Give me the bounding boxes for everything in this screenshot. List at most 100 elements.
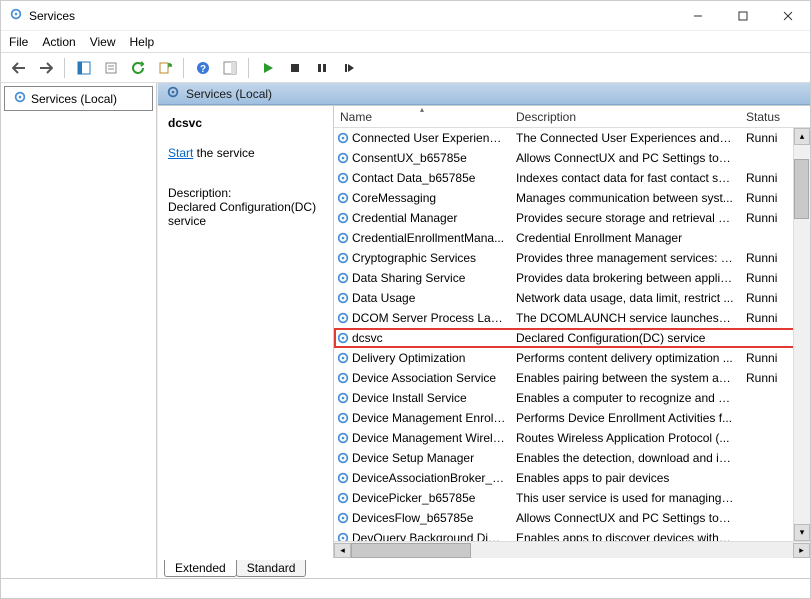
gear-icon — [166, 85, 180, 102]
vscroll-thumb[interactable] — [794, 159, 809, 219]
gear-icon — [334, 411, 352, 425]
column-headers: Name ▴ Description Status — [334, 106, 810, 128]
gear-icon — [334, 351, 352, 365]
start-service-suffix: the service — [193, 146, 254, 160]
start-service-button[interactable] — [256, 57, 279, 79]
service-name-cell: Delivery Optimization — [352, 351, 510, 365]
view-tabs: Extended Standard — [158, 558, 810, 578]
service-name-cell: Data Usage — [352, 291, 510, 305]
start-service-line: Start the service — [168, 146, 323, 160]
service-name-cell: DevicesFlow_b65785e — [352, 511, 510, 525]
menu-file[interactable]: File — [9, 35, 28, 49]
properties-button[interactable] — [99, 57, 122, 79]
service-name-cell: Contact Data_b65785e — [352, 171, 510, 185]
refresh-button[interactable] — [126, 57, 149, 79]
gear-icon — [334, 451, 352, 465]
service-description-cell: The Connected User Experiences and Te... — [510, 131, 740, 145]
service-description-cell: Performs content delivery optimization .… — [510, 351, 740, 365]
rows-container: Connected User Experience...The Connecte… — [334, 128, 810, 541]
gear-icon — [334, 291, 352, 305]
menu-view[interactable]: View — [90, 35, 116, 49]
column-header-status[interactable]: Status — [740, 106, 810, 127]
service-row[interactable]: CoreMessagingManages communication betwe… — [334, 188, 810, 208]
service-row[interactable]: DCOM Server Process Laun...The DCOMLAUNC… — [334, 308, 810, 328]
service-row[interactable]: Device Management Enroll...Performs Devi… — [334, 408, 810, 428]
sort-ascending-icon: ▴ — [420, 106, 424, 114]
vscroll-track[interactable] — [794, 145, 810, 524]
menu-help[interactable]: Help — [130, 35, 155, 49]
service-row[interactable]: Delivery OptimizationPerforms content de… — [334, 348, 810, 368]
scroll-left-button[interactable]: ◂ — [334, 543, 351, 558]
scroll-down-button[interactable]: ▾ — [794, 524, 810, 541]
vertical-scrollbar[interactable]: ▴ ▾ — [793, 128, 810, 541]
service-row[interactable]: Contact Data_b65785eIndexes contact data… — [334, 168, 810, 188]
service-name-cell: Data Sharing Service — [352, 271, 510, 285]
back-button[interactable] — [7, 57, 30, 79]
help-button[interactable]: ? — [191, 57, 214, 79]
gear-icon — [334, 211, 352, 225]
service-row[interactable]: Data Sharing ServiceProvides data broker… — [334, 268, 810, 288]
service-description-cell: Provides three management services: C... — [510, 251, 740, 265]
service-row[interactable]: Cryptographic ServicesProvides three man… — [334, 248, 810, 268]
gear-icon — [13, 90, 27, 107]
gear-icon — [334, 491, 352, 505]
service-description-cell: Provides secure storage and retrieval of… — [510, 211, 740, 225]
scroll-right-button[interactable]: ▸ — [793, 543, 810, 558]
service-name-cell: Device Setup Manager — [352, 451, 510, 465]
service-description-cell: Enables a computer to recognize and a... — [510, 391, 740, 405]
hscroll-thumb[interactable] — [351, 543, 471, 558]
scroll-up-button[interactable]: ▴ — [794, 128, 810, 145]
service-row[interactable]: Connected User Experience...The Connecte… — [334, 128, 810, 148]
export-list-button[interactable] — [153, 57, 176, 79]
restart-service-button[interactable] — [337, 57, 360, 79]
gear-icon — [334, 391, 352, 405]
start-service-link[interactable]: Start — [168, 146, 193, 160]
column-header-status-label: Status — [746, 110, 780, 124]
service-row[interactable]: DeviceAssociationBroker_b...Enables apps… — [334, 468, 810, 488]
gear-icon — [334, 271, 352, 285]
show-hide-tree-button[interactable] — [72, 57, 95, 79]
service-row[interactable]: DevicePicker_b65785eThis user service is… — [334, 488, 810, 508]
service-row[interactable]: CredentialEnrollmentMana...Credential En… — [334, 228, 810, 248]
gear-icon — [334, 231, 352, 245]
horizontal-scrollbar[interactable]: ◂ ▸ — [334, 541, 810, 558]
service-row[interactable]: Device Install ServiceEnables a computer… — [334, 388, 810, 408]
minimize-button[interactable] — [675, 1, 720, 30]
menu-action[interactable]: Action — [42, 35, 75, 49]
tab-standard-label: Standard — [247, 561, 296, 575]
service-description-cell: Network data usage, data limit, restrict… — [510, 291, 740, 305]
close-button[interactable] — [765, 1, 810, 30]
service-row[interactable]: Device Association ServiceEnables pairin… — [334, 368, 810, 388]
service-row[interactable]: DevQuery Background Disc...Enables apps … — [334, 528, 810, 541]
forward-button[interactable] — [34, 57, 57, 79]
service-description-cell: Routes Wireless Application Protocol (..… — [510, 431, 740, 445]
stop-service-button[interactable] — [283, 57, 306, 79]
maximize-button[interactable] — [720, 1, 765, 30]
tab-standard[interactable]: Standard — [236, 560, 307, 577]
service-row[interactable]: ConsentUX_b65785eAllows ConnectUX and PC… — [334, 148, 810, 168]
column-header-description[interactable]: Description — [510, 106, 740, 127]
service-row[interactable]: DevicesFlow_b65785eAllows ConnectUX and … — [334, 508, 810, 528]
service-description-cell: The DCOMLAUNCH service launches C... — [510, 311, 740, 325]
service-row[interactable]: Device Management Wirele...Routes Wirele… — [334, 428, 810, 448]
column-header-name[interactable]: Name ▴ — [334, 106, 510, 127]
service-row[interactable]: dcsvcDeclared Configuration(DC) service — [334, 328, 810, 348]
service-row[interactable]: Data UsageNetwork data usage, data limit… — [334, 288, 810, 308]
service-row[interactable]: Credential ManagerProvides secure storag… — [334, 208, 810, 228]
pause-service-button[interactable] — [310, 57, 333, 79]
service-name-cell: Device Association Service — [352, 371, 510, 385]
description-label: Description: — [168, 186, 323, 200]
service-row[interactable]: Device Setup ManagerEnables the detectio… — [334, 448, 810, 468]
tree-node-services-local[interactable]: Services (Local) — [4, 86, 153, 111]
service-name-cell: Device Install Service — [352, 391, 510, 405]
action-pane-button[interactable] — [218, 57, 241, 79]
service-name-cell: ConsentUX_b65785e — [352, 151, 510, 165]
service-name-cell: DevicePicker_b65785e — [352, 491, 510, 505]
tab-extended[interactable]: Extended — [164, 560, 237, 577]
service-description-cell: Credential Enrollment Manager — [510, 231, 740, 245]
service-description-cell: Declared Configuration(DC) service — [510, 331, 740, 345]
service-name-cell: DevQuery Background Disc... — [352, 531, 510, 541]
title-bar: Services — [1, 1, 810, 31]
hscroll-track[interactable] — [351, 543, 793, 558]
service-description-cell: Enables apps to pair devices — [510, 471, 740, 485]
